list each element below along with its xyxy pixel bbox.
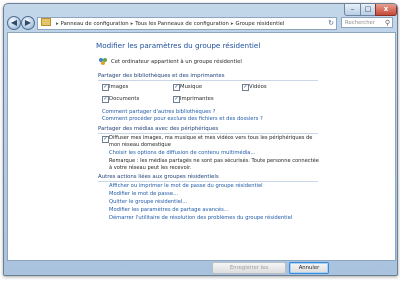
- forward-button[interactable]: ▶: [21, 16, 35, 30]
- videos-label: Vidéos: [249, 84, 267, 90]
- libraries-section-heading: Partager des bibliothèques et des imprim…: [98, 73, 225, 79]
- printers-label: Imprimantes: [180, 96, 214, 102]
- stream-media-label: Diffuser mes images, ma musique et mes v…: [109, 135, 313, 148]
- videos-checkbox[interactable]: ✓: [242, 84, 249, 91]
- advanced-sharing-link[interactable]: Modifier les paramètres de partage avanc…: [109, 207, 229, 213]
- images-label: Images: [109, 84, 129, 90]
- search-placeholder: Rechercher: [345, 20, 375, 26]
- breadcrumb-separator-icon: ▸: [56, 21, 59, 27]
- leave-homegroup-link[interactable]: Quitter le groupe résidentiel...: [109, 199, 187, 205]
- close-button[interactable]: x: [375, 4, 397, 16]
- maximize-button[interactable]: □: [360, 4, 376, 16]
- control-panel-icon: [41, 18, 51, 26]
- change-password-link[interactable]: Modifier le mot de passe...: [109, 191, 178, 197]
- documents-checkbox[interactable]: ✓: [102, 96, 109, 103]
- music-checkbox[interactable]: ✓: [173, 84, 180, 91]
- images-checkbox[interactable]: ✓: [102, 84, 109, 91]
- share-other-libraries-link[interactable]: Comment partager d'autres bibliothèques …: [102, 109, 215, 115]
- media-streaming-options-link[interactable]: Choisir les options de diffusion de cont…: [109, 150, 255, 156]
- cancel-button[interactable]: Annuler: [289, 262, 329, 274]
- security-remark: Remarque : les médias partagés ne sont p…: [109, 158, 319, 171]
- stream-media-checkbox[interactable]: ✓: [102, 136, 109, 143]
- music-label: Musique: [180, 84, 203, 90]
- footer-bar: Enregistrer les modifications Annuler: [7, 261, 394, 274]
- search-icon[interactable]: ⚲: [385, 18, 390, 29]
- window: – □ x ◀ ▶ ▸ Panneau de configuration ▸ Tous…: [3, 3, 398, 276]
- section-divider: [98, 133, 318, 134]
- main-content: Modifier les paramètres du groupe réside…: [7, 32, 396, 261]
- breadcrumb-homegroup[interactable]: Groupe résidentiel: [236, 21, 285, 27]
- breadcrumb-separator-icon: ▸: [130, 21, 134, 27]
- breadcrumb-separator-icon: ▸: [230, 21, 234, 27]
- breadcrumb-all-panels[interactable]: Tous les Panneaux de configuration: [135, 21, 229, 27]
- homegroup-icon: [99, 58, 107, 65]
- page-title: Modifier les paramètres du groupe réside…: [96, 41, 261, 50]
- view-password-link[interactable]: Afficher ou imprimer le mot de passe du …: [109, 183, 263, 189]
- navigation-bar: ◀ ▶ ▸ Panneau de configuration ▸ Tous les P…: [7, 16, 394, 30]
- back-button[interactable]: ◀: [7, 16, 21, 30]
- breadcrumb-control-panel[interactable]: Panneau de configuration: [61, 21, 129, 27]
- documents-label: Documents: [109, 96, 140, 102]
- other-actions-heading: Autres actions liées aux groupes résiden…: [98, 174, 219, 180]
- refresh-icon[interactable]: ↻: [328, 18, 334, 29]
- printers-checkbox[interactable]: ✓: [173, 96, 180, 103]
- media-section-heading: Partager des médias avec des périphériqu…: [98, 126, 219, 132]
- save-changes-button[interactable]: Enregistrer les modifications: [212, 262, 286, 274]
- section-divider: [98, 80, 318, 81]
- section-divider: [98, 181, 318, 182]
- search-input[interactable]: Rechercher ⚲: [341, 17, 393, 28]
- membership-text: Cet ordinateur appartient à un groupe ré…: [111, 59, 242, 65]
- exclude-files-link[interactable]: Comment procéder pour exclure des fichie…: [102, 116, 263, 122]
- minimize-button[interactable]: –: [344, 4, 361, 16]
- troubleshooter-link[interactable]: Démarrer l'utilitaire de résolution des …: [109, 215, 292, 221]
- address-bar[interactable]: ▸ Panneau de configuration ▸ Tous les Panne…: [37, 17, 337, 30]
